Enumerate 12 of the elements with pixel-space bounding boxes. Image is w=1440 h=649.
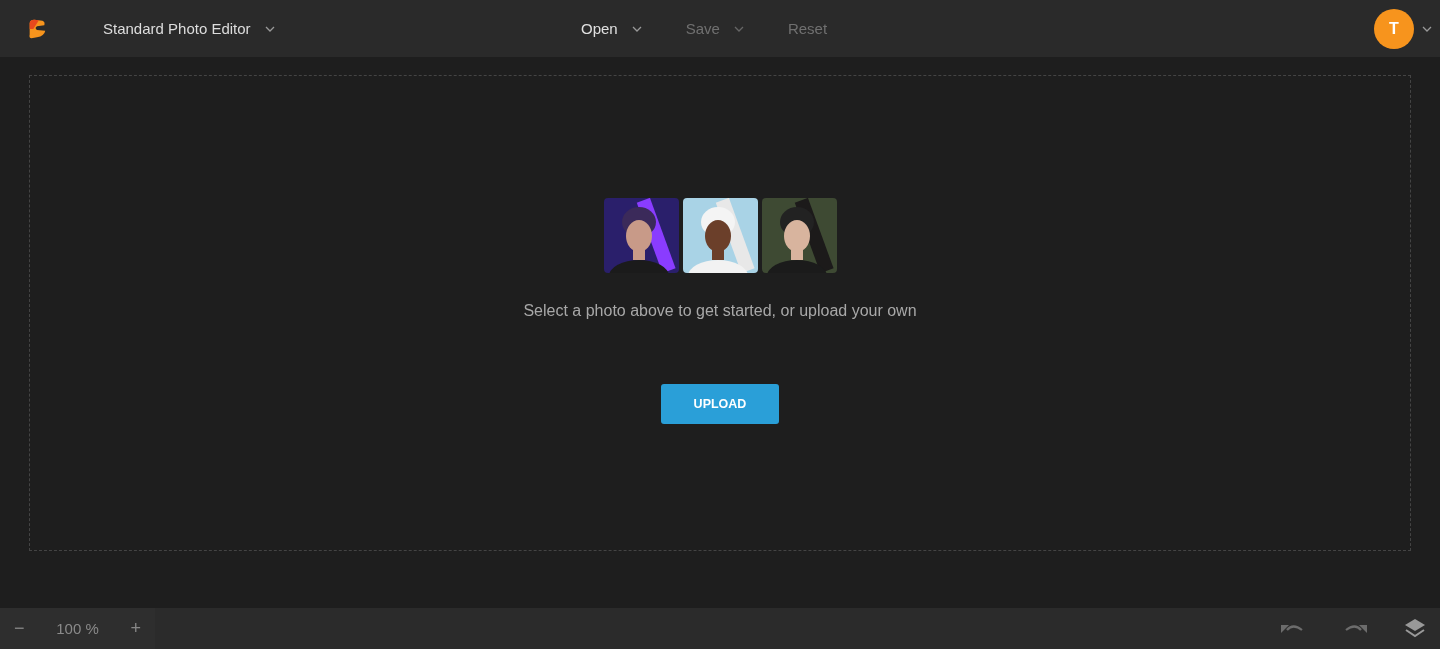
zoom-level: 100 % [56, 620, 99, 637]
instruction-text: Select a photo above to get started, or upload your own [523, 302, 917, 320]
user-avatar[interactable]: T [1374, 8, 1414, 49]
chevron-down-icon[interactable] [1422, 25, 1432, 32]
layers-icon[interactable] [1404, 617, 1426, 640]
chevron-down-icon [264, 25, 275, 32]
zoom-in-button[interactable]: + [130, 618, 141, 639]
zoom-out-button[interactable]: − [14, 618, 25, 639]
editor-dropdown[interactable]: Standard Photo Editor [103, 20, 275, 37]
drop-zone[interactable]: Select a photo above to get started, or upload your own UPLOAD [29, 75, 1411, 551]
menu-item[interactable]: Open [581, 20, 642, 37]
upload-button[interactable]: UPLOAD [661, 384, 779, 424]
